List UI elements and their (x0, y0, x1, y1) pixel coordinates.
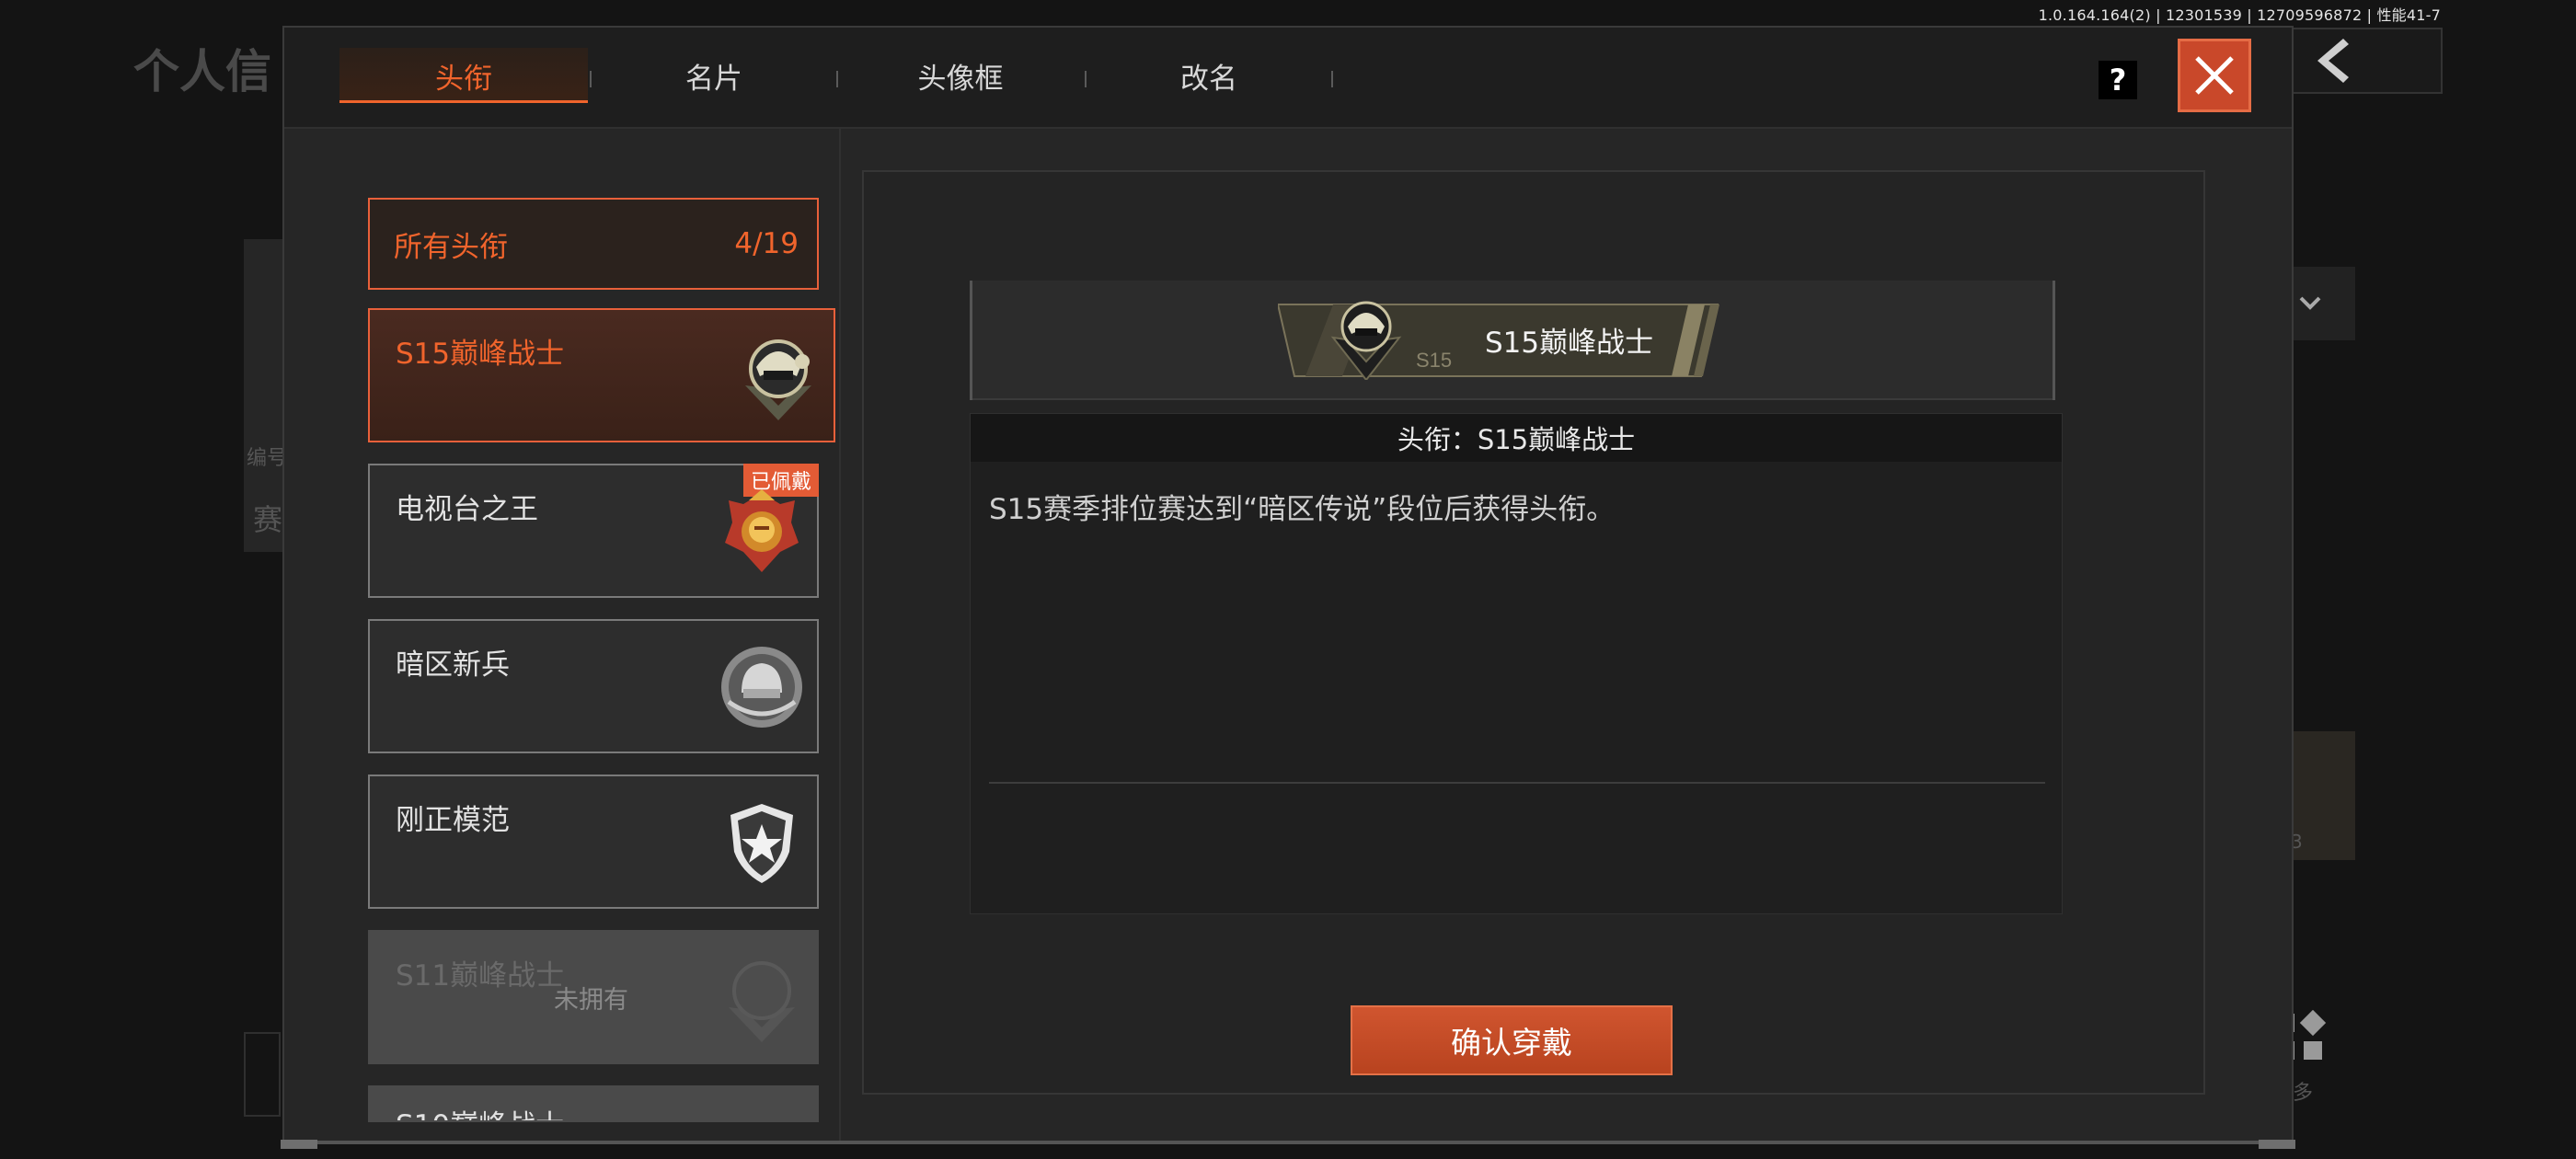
all-titles-label: 所有头衔 (394, 230, 508, 264)
title-item-name: 暗区新兵 (396, 648, 510, 682)
title-item-name: S10巅峰战士 (396, 1102, 564, 1120)
title-item-upright-model[interactable]: 刚正模范 (368, 775, 819, 909)
background-label-id: 编号 (247, 447, 288, 470)
dialog-corner-right (2259, 1140, 2295, 1149)
info-divider (989, 782, 2045, 784)
tab-avatar-frame[interactable]: 头像框 (836, 48, 1085, 103)
s15-peak-warrior-emblem-icon (745, 339, 811, 420)
title-item-s10-peak-warrior[interactable]: S10巅峰战士 (368, 1085, 819, 1122)
background-label-sai: 赛 (253, 502, 283, 537)
background-back-button (2286, 28, 2443, 94)
title-item-recruit[interactable]: 暗区新兵 (368, 619, 819, 753)
close-icon (2195, 56, 2234, 95)
tab-rename[interactable]: 改名 (1085, 48, 1333, 103)
title-info-heading: 头衔：S15巅峰战士 (971, 414, 2062, 462)
tab-titles[interactable]: 头衔 (339, 48, 588, 103)
titles-count: 4/19 (734, 227, 799, 260)
background-page-title: 个人信 (133, 45, 271, 98)
recruit-helmet-emblem-icon (721, 647, 802, 728)
title-item-s11-peak-warrior[interactable]: S11巅峰战士 未拥有 (368, 930, 819, 1064)
tv-king-emblem-icon (725, 489, 799, 572)
title-description: S15赛季排位赛达到“暗区传说”段位后获得头衔。 (989, 493, 1616, 526)
dialog-corner-left (281, 1140, 317, 1149)
star-shield-emblem-icon (730, 804, 793, 883)
title-item-name: 电视台之王 (396, 493, 538, 526)
background-more-label: 多 (2293, 1082, 2314, 1105)
title-item-name: S11巅峰战士 (396, 959, 565, 993)
title-dialog: 头衔 名片 头像框 改名 ? 所有头衔 4/19 S15巅峰战士 电视台之王 已… (281, 26, 2295, 1149)
background-left-button (244, 1032, 281, 1117)
banner-right-edge (2053, 281, 2055, 400)
chevron-down-icon (2299, 296, 2321, 310)
tab-name-card[interactable]: 名片 (590, 48, 838, 103)
title-list-panel: 所有头衔 4/19 S15巅峰战士 电视台之王 已佩戴 暗区新兵 刚正模范 S1… (284, 129, 841, 1141)
all-titles-filter[interactable]: 所有头衔 4/19 (368, 198, 819, 290)
plaque-season-label: S15 (1416, 349, 1452, 372)
title-item-s15-peak-warrior[interactable]: S15巅峰战士 (368, 308, 835, 442)
question-icon: ? (2109, 63, 2127, 98)
tab-bar: 头衔 名片 头像框 改名 ? (284, 28, 2292, 129)
version-info: 1.0.164.164(2) | 12301539 | 12709596872 … (2038, 6, 2441, 24)
confirm-equip-button[interactable]: 确认穿戴 (1351, 1005, 1673, 1075)
title-info-box: 头衔：S15巅峰战士 S15赛季排位赛达到“暗区传说”段位后获得头衔。 (970, 413, 2063, 914)
tab-separator (1331, 71, 1333, 87)
plaque-title-name: S15巅峰战士 (1485, 327, 1654, 360)
close-button[interactable] (2178, 39, 2251, 112)
title-item-name: 刚正模范 (396, 804, 510, 837)
title-detail-panel: S15 S15巅峰战士 头衔：S15巅峰战士 S15赛季排位赛达到“暗区传说”段… (862, 170, 2205, 1095)
dialog-bottom-edge (317, 1141, 2259, 1144)
banner-left-edge (970, 281, 972, 400)
s11-peak-warrior-emblem-icon (729, 961, 795, 1042)
title-item-name: S15巅峰战士 (396, 338, 565, 371)
title-preview-banner: S15 S15巅峰战士 (970, 281, 2055, 400)
title-item-tv-king[interactable]: 电视台之王 已佩戴 (368, 464, 819, 598)
not-owned-label: 未拥有 (554, 986, 628, 1015)
help-button[interactable]: ? (2099, 61, 2137, 99)
chevron-left-icon (2317, 39, 2349, 83)
